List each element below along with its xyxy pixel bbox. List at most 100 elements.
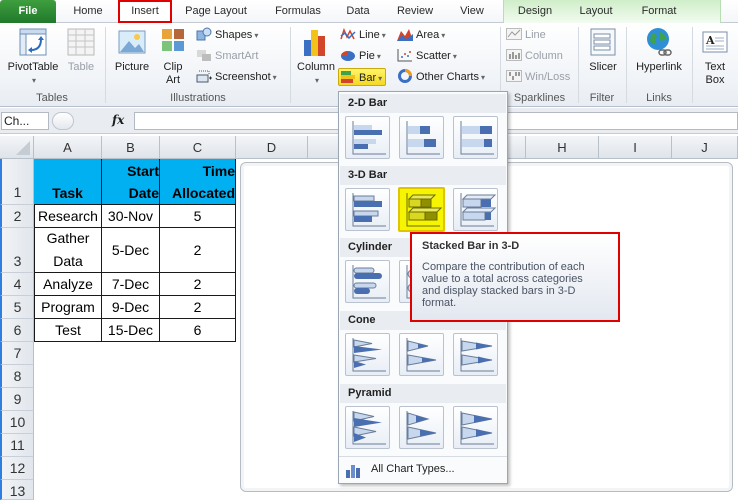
tab-insert[interactable]: Insert	[118, 0, 172, 23]
screenshot-button[interactable]: Screenshot ▾	[196, 68, 277, 86]
name-box[interactable]: Ch...	[1, 112, 49, 130]
gallery-clustered-cone[interactable]	[345, 333, 390, 376]
cell-b6[interactable]: 15-Dec	[102, 319, 160, 342]
hyperlink-button[interactable]: Hyperlink	[630, 26, 688, 74]
gallery-clustered-bar-3d[interactable]	[345, 188, 390, 231]
row-header-9[interactable]: 9	[0, 388, 34, 411]
tab-data[interactable]: Data	[340, 0, 376, 23]
text-box-button[interactable]: A Text Box	[696, 26, 734, 87]
cell-b2[interactable]: 30-Nov	[102, 205, 160, 228]
row-header-5[interactable]: 5	[0, 296, 34, 319]
gallery-stacked-bar-3d[interactable]	[398, 187, 445, 232]
row-header-7[interactable]: 7	[0, 342, 34, 365]
gallery-clustered-bar[interactable]	[345, 116, 390, 159]
cell-a1[interactable]: Task	[34, 159, 102, 205]
row-header-13[interactable]: 13	[0, 480, 34, 500]
cell-b4[interactable]: 7-Dec	[102, 273, 160, 296]
cell-c1[interactable]: Time Allocated	[160, 159, 236, 205]
gallery-stacked-pyramid[interactable]	[399, 406, 444, 449]
bar-chart-button[interactable]: Bar ▾	[338, 68, 387, 86]
table-button[interactable]: Table	[62, 26, 100, 74]
cell-a4[interactable]: Analyze	[34, 273, 102, 296]
column-header-b[interactable]: B	[102, 136, 160, 159]
clip-art-button[interactable]: Clip Art	[156, 26, 190, 87]
gallery-100-stacked-bar-3d[interactable]	[453, 188, 498, 231]
line-dropdown-icon: ▾	[381, 31, 386, 40]
row-header-2[interactable]: 2	[0, 205, 34, 228]
cell-b3[interactable]: 5-Dec	[102, 228, 160, 273]
slicer-button[interactable]: Slicer	[582, 26, 624, 74]
tooltip-line: Compare the contribution of each	[422, 261, 585, 273]
gallery-100-stacked-pyramid[interactable]	[453, 406, 498, 449]
picture-button[interactable]: Picture	[110, 26, 154, 74]
row-header-1[interactable]: 1	[0, 159, 34, 205]
100-stacked-bar-3d-icon	[460, 193, 497, 227]
stacked-cone-icon	[406, 338, 440, 372]
cell-a2[interactable]: Research	[34, 205, 102, 228]
name-box-expand-button[interactable]	[52, 112, 74, 130]
cell-c5[interactable]: 2	[160, 296, 236, 319]
tab-layout[interactable]: Layout	[573, 0, 619, 23]
cell-a3-line2: Data	[53, 253, 83, 269]
insert-function-icon[interactable]: fx	[112, 113, 124, 127]
area-chart-button[interactable]: Area ▾	[397, 26, 445, 44]
gallery-100-stacked-bar[interactable]	[453, 116, 498, 159]
column-header-d[interactable]: D	[236, 136, 308, 159]
row-header-8[interactable]: 8	[0, 365, 34, 388]
gallery-100-stacked-cone[interactable]	[453, 333, 498, 376]
scatter-chart-button[interactable]: Scatter ▾	[397, 47, 457, 65]
shapes-button[interactable]: Shapes ▾	[196, 26, 258, 44]
column-header-a[interactable]: A	[34, 136, 102, 159]
tab-file[interactable]: File	[0, 0, 56, 23]
tab-view[interactable]: View	[454, 0, 490, 23]
slicer-icon	[590, 28, 616, 56]
other-charts-button[interactable]: Other Charts ▾	[397, 68, 485, 86]
pie-chart-button[interactable]: Pie ▾	[340, 47, 381, 65]
row-header-11[interactable]: 11	[0, 434, 34, 457]
select-all-corner[interactable]	[0, 136, 34, 159]
all-chart-types-button[interactable]: All Chart Types...	[339, 456, 507, 483]
row-header-12[interactable]: 12	[0, 457, 34, 480]
cell-b5[interactable]: 9-Dec	[102, 296, 160, 319]
smartart-button[interactable]: SmartArt	[196, 47, 258, 65]
sparkline-winloss-button[interactable]: Win/Loss	[506, 68, 570, 86]
tab-design[interactable]: Design	[510, 0, 560, 23]
cell-c2[interactable]: 5	[160, 205, 236, 228]
cell-a3[interactable]: Gather Data	[34, 228, 102, 273]
stacked-bar-icon	[406, 121, 440, 155]
column-header-i[interactable]: I	[599, 136, 672, 159]
tab-format[interactable]: Format	[633, 0, 685, 23]
cell-c4[interactable]: 2	[160, 273, 236, 296]
column-header-h[interactable]: H	[526, 136, 599, 159]
row-header-3[interactable]: 3	[0, 228, 34, 273]
column-header-c[interactable]: C	[160, 136, 236, 159]
row-header-10[interactable]: 10	[0, 411, 34, 434]
cell-b1[interactable]: Start Date	[102, 159, 160, 205]
row-header-4[interactable]: 4	[0, 273, 34, 296]
group-separator	[290, 27, 291, 103]
cell-c3[interactable]: 2	[160, 228, 236, 273]
cell-a5[interactable]: Program	[34, 296, 102, 319]
other-charts-icon	[398, 69, 412, 83]
tab-review[interactable]: Review	[392, 0, 438, 23]
gallery-stacked-cone[interactable]	[399, 333, 444, 376]
line-chart-button[interactable]: Line ▾	[340, 26, 386, 44]
cell-a6[interactable]: Test	[34, 319, 102, 342]
column-label: Column	[297, 61, 335, 73]
sparkline-line-button[interactable]: Line	[506, 26, 546, 44]
tooltip-line: and display stacked bars in 3-D	[422, 285, 576, 297]
column-header-j[interactable]: J	[672, 136, 738, 159]
tab-home[interactable]: Home	[68, 0, 108, 23]
row-header-6[interactable]: 6	[0, 319, 34, 342]
column-chart-button[interactable]: Column ▾	[294, 26, 338, 87]
tab-formulas[interactable]: Formulas	[268, 0, 328, 23]
sparkline-column-button[interactable]: Column	[506, 47, 563, 65]
gallery-clustered-cylinder[interactable]	[345, 260, 390, 303]
pivottable-button[interactable]: PivotTable ▾	[4, 26, 62, 87]
gallery-stacked-bar[interactable]	[399, 116, 444, 159]
tab-page-layout[interactable]: Page Layout	[180, 0, 252, 23]
header-start-line2: Date	[128, 184, 159, 201]
smartart-label: SmartArt	[215, 50, 259, 62]
cell-c6[interactable]: 6	[160, 319, 236, 342]
gallery-clustered-pyramid[interactable]	[345, 406, 390, 449]
